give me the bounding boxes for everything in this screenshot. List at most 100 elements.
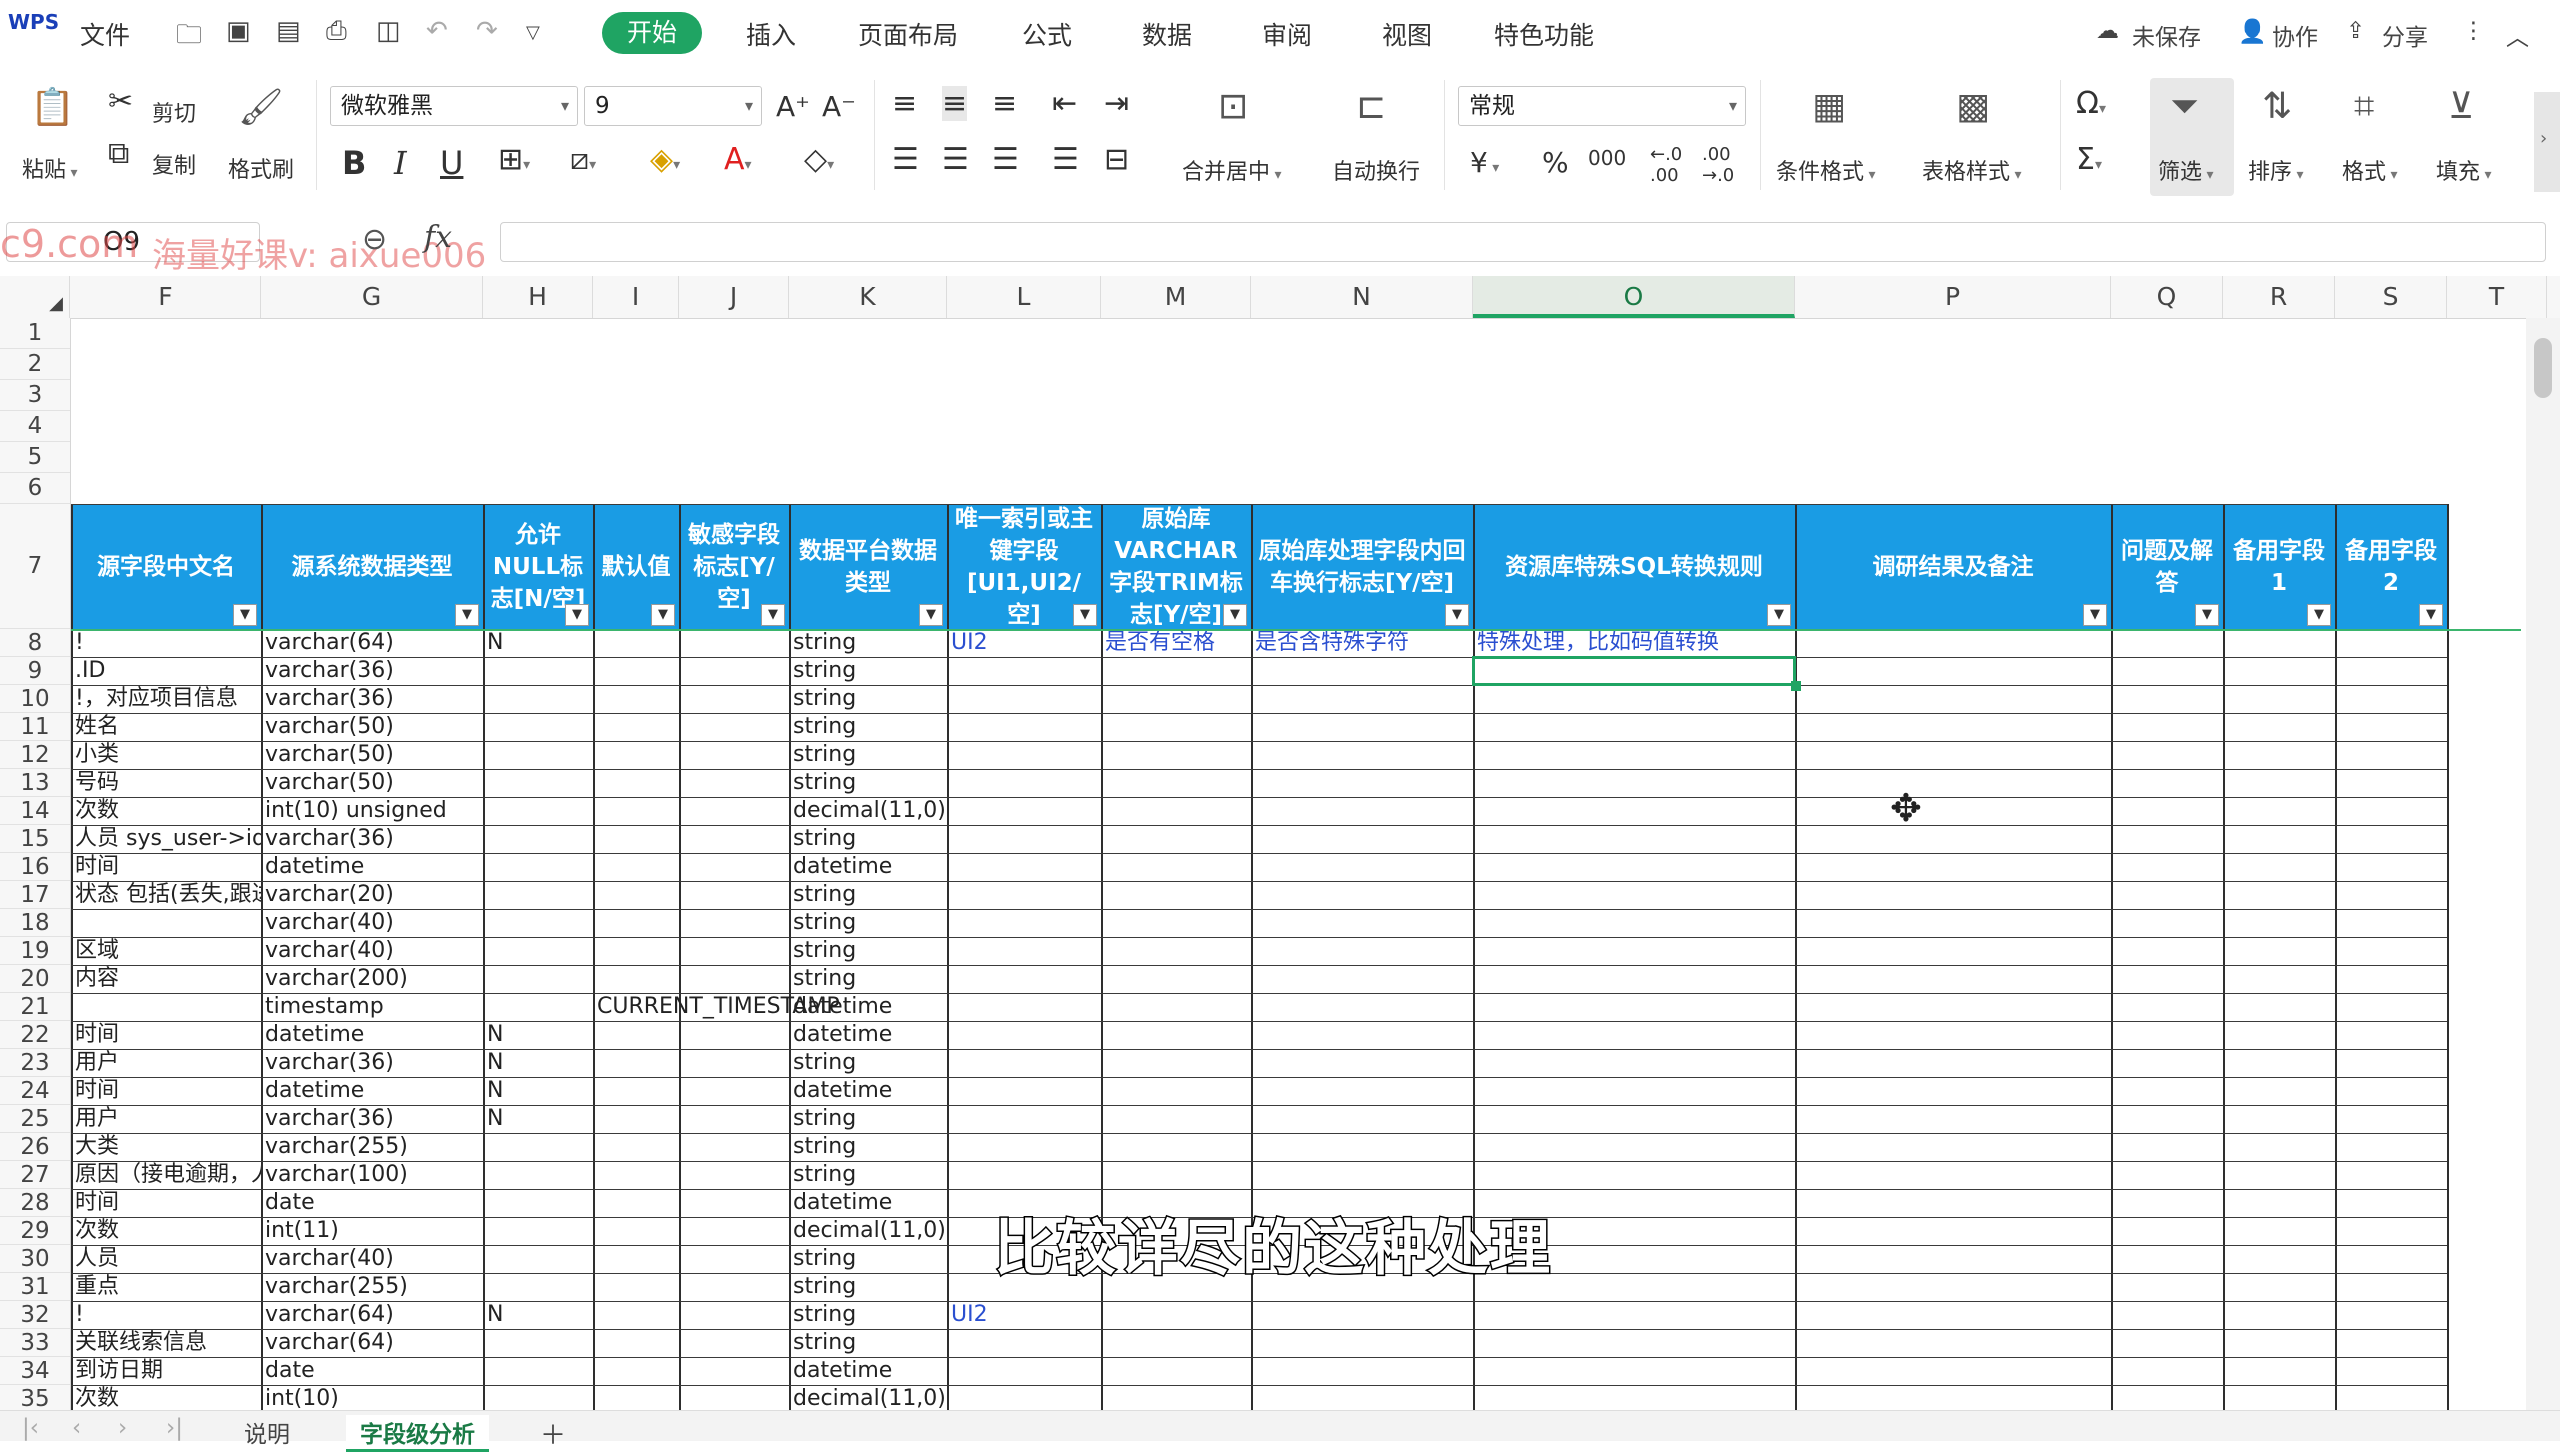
table-cell[interactable]: 是否有空格	[1101, 629, 1251, 657]
undo-icon[interactable]: ↶	[426, 16, 448, 46]
filter-dropdown-icon[interactable]: ▼	[761, 604, 785, 626]
table-cell[interactable]: 号码	[71, 769, 261, 797]
row-header[interactable]: 8	[0, 629, 70, 657]
share-icon[interactable]: ⇪	[2346, 18, 2365, 44]
table-cell[interactable]: string	[789, 1105, 947, 1133]
tab-data[interactable]: 数据	[1142, 16, 1192, 52]
filter-dropdown-icon[interactable]: ▼	[1223, 604, 1247, 626]
table-cell[interactable]: 时间	[71, 1189, 261, 1217]
increase-font-button[interactable]: A⁺	[776, 90, 810, 123]
table-cell[interactable]: varchar(255)	[261, 1133, 483, 1161]
table-cell[interactable]	[1251, 1329, 1473, 1357]
table-cell[interactable]: varchar(40)	[261, 909, 483, 937]
collab-label[interactable]: 协作	[2272, 18, 2318, 52]
column-header-r[interactable]: R	[2223, 276, 2335, 318]
table-cell[interactable]	[483, 769, 593, 797]
filter-dropdown-icon[interactable]: ▼	[455, 604, 479, 626]
row-header[interactable]: 17	[0, 881, 70, 909]
table-cell[interactable]	[947, 713, 1101, 741]
thousands-button[interactable]: 000	[1588, 146, 1626, 170]
next-sheet-icon[interactable]: ›	[118, 1415, 127, 1441]
table-cell[interactable]	[679, 1161, 789, 1189]
table-cell[interactable]	[71, 993, 261, 1021]
table-cell[interactable]	[1473, 1021, 1795, 1049]
table-cell[interactable]	[947, 797, 1101, 825]
table-header-cell[interactable]: 允许NULL标志[N/空] ▼	[483, 504, 593, 629]
table-cell[interactable]: N	[483, 1301, 593, 1329]
table-cell[interactable]	[593, 853, 679, 881]
table-cell[interactable]	[1473, 881, 1795, 909]
table-cell[interactable]: string	[789, 1245, 947, 1273]
row-header[interactable]: 15	[0, 825, 70, 853]
table-cell[interactable]	[1251, 965, 1473, 993]
table-cell[interactable]: varchar(36)	[261, 1105, 483, 1133]
table-cell[interactable]	[679, 1245, 789, 1273]
table-cell[interactable]	[593, 1049, 679, 1077]
table-cell[interactable]: string	[789, 1329, 947, 1357]
row-header[interactable]: 20	[0, 965, 70, 993]
table-cell[interactable]	[679, 881, 789, 909]
table-cell[interactable]	[593, 1385, 679, 1413]
align-left-icon[interactable]: ☰	[892, 142, 919, 177]
row-header[interactable]: 5	[0, 442, 70, 473]
clear-format-icon[interactable]: ◇▾	[804, 142, 834, 177]
table-cell[interactable]: int(10)	[261, 1385, 483, 1413]
table-cell[interactable]	[1473, 1077, 1795, 1105]
table-cell[interactable]	[593, 881, 679, 909]
selected-cell[interactable]	[1472, 656, 1796, 686]
table-cell[interactable]: UI2	[947, 1301, 1101, 1329]
table-cell[interactable]	[1101, 1133, 1251, 1161]
table-header-cell[interactable]: 源系统数据类型 ▼	[261, 504, 483, 629]
table-cell[interactable]	[483, 993, 593, 1021]
filter-dropdown-icon[interactable]: ▼	[1767, 604, 1791, 626]
table-cell[interactable]: datetime	[789, 1021, 947, 1049]
table-cell[interactable]	[679, 1077, 789, 1105]
table-cell[interactable]	[593, 1273, 679, 1301]
table-cell[interactable]	[1473, 685, 1795, 713]
table-cell[interactable]	[1473, 713, 1795, 741]
table-cell[interactable]	[679, 825, 789, 853]
table-cell[interactable]	[593, 797, 679, 825]
table-cell[interactable]: UI2	[947, 629, 1101, 657]
row-header[interactable]: 29	[0, 1217, 70, 1245]
border-icon[interactable]: ⊞▾	[498, 142, 530, 177]
row-header[interactable]: 4	[0, 411, 70, 442]
table-cell[interactable]	[593, 937, 679, 965]
table-cell[interactable]	[1251, 1385, 1473, 1413]
cut-button[interactable]: 剪切	[152, 96, 196, 128]
fill-handle[interactable]	[1791, 681, 1801, 691]
table-cell[interactable]: string	[789, 657, 947, 685]
filter-dropdown-icon[interactable]: ▼	[565, 604, 589, 626]
table-cell[interactable]	[1101, 853, 1251, 881]
table-cell[interactable]: varchar(100)	[261, 1161, 483, 1189]
table-cell[interactable]	[1101, 881, 1251, 909]
decrease-decimal-icon[interactable]: .00 →.0	[1702, 144, 1734, 186]
table-cell[interactable]	[1101, 1161, 1251, 1189]
filter-dropdown-icon[interactable]: ▼	[2195, 604, 2219, 626]
table-cell[interactable]	[679, 741, 789, 769]
unsaved-label[interactable]: 未保存	[2132, 18, 2201, 52]
table-cell[interactable]: varchar(36)	[261, 657, 483, 685]
vertical-scrollbar[interactable]	[2526, 318, 2560, 1420]
row-header[interactable]: 13	[0, 769, 70, 797]
table-cell[interactable]	[1101, 1049, 1251, 1077]
table-cell[interactable]	[1473, 1357, 1795, 1385]
tab-page-layout[interactable]: 页面布局	[858, 16, 958, 52]
table-cell[interactable]	[679, 769, 789, 797]
table-cell[interactable]	[679, 629, 789, 657]
ribbon-scroll-right[interactable]: ›	[2534, 92, 2560, 192]
table-cell[interactable]	[483, 1189, 593, 1217]
decrease-font-button[interactable]: A⁻	[822, 90, 856, 123]
table-cell[interactable]	[1101, 1357, 1251, 1385]
table-header-cell[interactable]: 备用字段1 ▼	[2223, 504, 2335, 629]
filter-dropdown-icon[interactable]: ▼	[2307, 604, 2331, 626]
table-cell[interactable]	[1101, 769, 1251, 797]
table-style-icon[interactable]: ▩	[1956, 86, 1990, 127]
table-cell[interactable]	[679, 1021, 789, 1049]
increase-indent-icon[interactable]: ⇥	[1104, 86, 1129, 121]
table-cell[interactable]	[593, 1077, 679, 1105]
table-cell[interactable]	[1251, 853, 1473, 881]
table-cell[interactable]	[679, 1217, 789, 1245]
table-cell[interactable]	[483, 741, 593, 769]
table-cell[interactable]: datetime	[261, 1077, 483, 1105]
